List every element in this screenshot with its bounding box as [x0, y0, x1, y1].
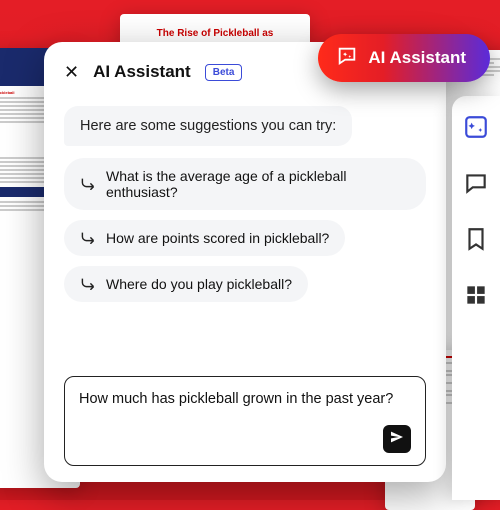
close-icon[interactable]: ✕ [64, 63, 79, 81]
prompt-input[interactable] [79, 391, 411, 407]
panel-title: AI Assistant [93, 62, 191, 82]
reply-arrow-icon [80, 177, 96, 191]
rail-ai-assistant-icon[interactable] [463, 114, 489, 140]
intro-message: Here are some suggestions you can try: [64, 106, 352, 146]
suggestion-item[interactable]: What is the average age of a pickleball … [64, 158, 426, 210]
suggestion-text: Where do you play pickleball? [106, 276, 292, 292]
pill-label: AI Assistant [368, 48, 466, 68]
suggestion-item[interactable]: Where do you play pickleball? [64, 266, 308, 302]
ai-assistant-pill-button[interactable]: AI Assistant [318, 34, 490, 82]
beta-badge: Beta [205, 64, 243, 81]
right-tool-rail [452, 96, 500, 500]
doc-title: The Rise of Pickleball as [126, 28, 304, 39]
send-icon [389, 429, 405, 450]
send-button[interactable] [383, 425, 411, 453]
rail-bookmark-icon[interactable] [463, 226, 489, 252]
rail-thumbnails-icon[interactable] [463, 282, 489, 308]
reply-arrow-icon [80, 231, 96, 245]
reply-arrow-icon [80, 277, 96, 291]
suggestion-text: What is the average age of a pickleball … [106, 168, 410, 200]
ai-assistant-panel: ✕ AI Assistant Beta Here are some sugges… [44, 42, 446, 482]
suggestion-text: How are points scored in pickleball? [106, 230, 329, 246]
suggestion-item[interactable]: How are points scored in pickleball? [64, 220, 345, 256]
sparkle-chat-icon [336, 45, 358, 72]
rail-comments-icon[interactable] [463, 170, 489, 196]
prompt-input-box[interactable] [64, 376, 426, 466]
